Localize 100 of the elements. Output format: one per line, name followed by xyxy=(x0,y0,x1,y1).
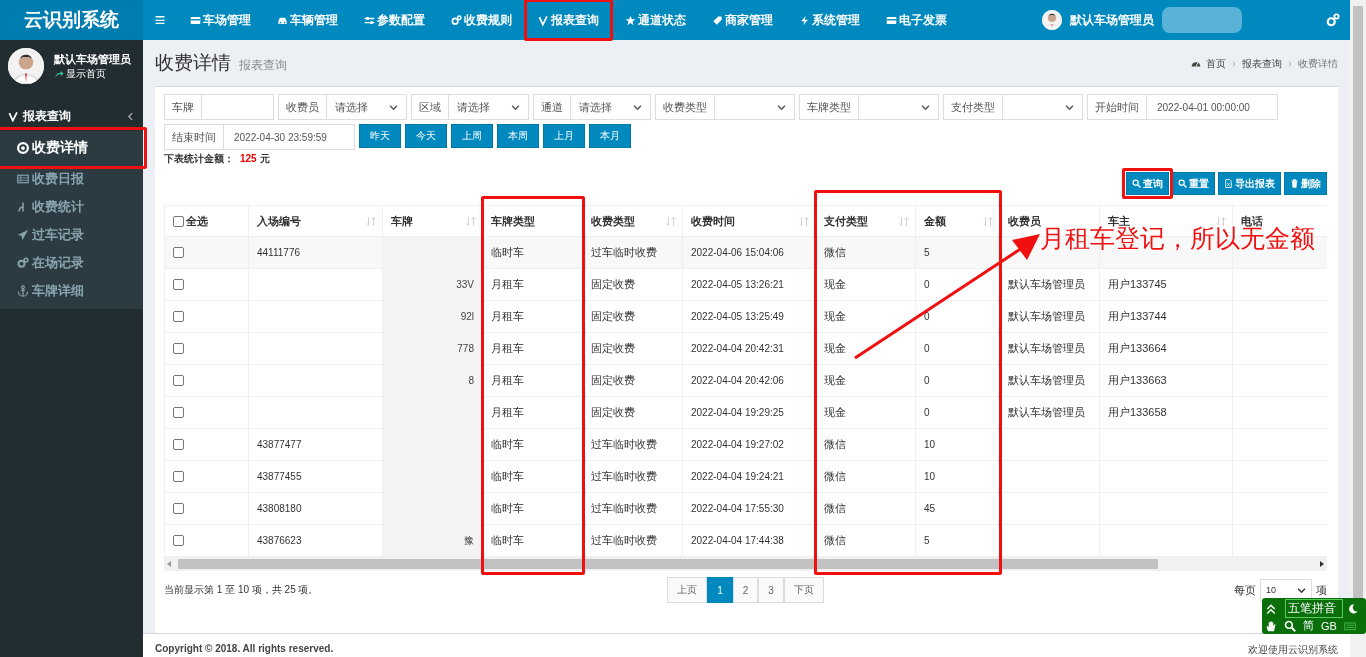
row-checkbox[interactable] xyxy=(173,343,184,355)
user-name: 默认车场管理员 xyxy=(54,51,131,67)
row-checkbox[interactable] xyxy=(173,439,184,451)
user-name[interactable]: 默认车场管理员 xyxy=(1070,11,1154,29)
action-button[interactable]: 删除 xyxy=(1284,172,1327,195)
field-label: 收费员 xyxy=(278,94,327,120)
page-button[interactable]: 3 xyxy=(758,577,784,603)
page-button[interactable]: 1 xyxy=(707,577,733,603)
column-header[interactable]: 支付类型 xyxy=(815,205,916,237)
input-field[interactable]: 2022-04-30 23:59:59 xyxy=(224,124,355,150)
date-range-button[interactable]: 昨天 xyxy=(359,124,401,148)
column-header[interactable]: 车牌 xyxy=(382,205,483,237)
column-header[interactable]: 收费时间 xyxy=(682,205,816,237)
avatar xyxy=(8,48,44,84)
star-icon xyxy=(625,14,636,26)
row-checkbox[interactable] xyxy=(173,407,184,419)
input-field[interactable]: 2022-04-01 00:00:00 xyxy=(1147,94,1278,120)
avatar xyxy=(1042,10,1062,30)
table-cell: 33V xyxy=(382,268,483,301)
gears-icon xyxy=(17,257,29,269)
charset-toggle[interactable]: GB xyxy=(1321,619,1337,632)
sidebar-item[interactable]: 收费日报 xyxy=(0,165,143,193)
row-checkbox[interactable] xyxy=(173,247,184,259)
next-page-button[interactable]: 下页 xyxy=(783,577,824,603)
table-cell: 43877477 xyxy=(248,428,383,461)
horizontal-scrollbar[interactable] xyxy=(164,557,1327,571)
field-label: 通道 xyxy=(533,94,571,120)
action-button[interactable]: 导出报表 xyxy=(1218,172,1281,195)
column-header[interactable]: 入场编号 xyxy=(248,205,383,237)
select-field[interactable]: 请选择 xyxy=(571,94,651,120)
sort-icon xyxy=(799,216,809,227)
table-cell: 默认车场管理员 xyxy=(999,300,1100,333)
row-checkbox[interactable] xyxy=(173,375,184,387)
sort-icon xyxy=(666,216,676,227)
nav-item[interactable]: 参数配置 xyxy=(351,0,438,40)
sidebar-item[interactable]: 车牌详细 xyxy=(0,277,143,305)
sliders-icon xyxy=(364,14,375,26)
nav-item[interactable]: 通道状态 xyxy=(612,0,699,40)
script-toggle[interactable]: 简 xyxy=(1303,618,1314,633)
v-mark-icon xyxy=(8,111,19,122)
date-range-button[interactable]: 上月 xyxy=(543,124,585,148)
prev-page-button[interactable]: 上页 xyxy=(667,577,708,603)
row-checkbox[interactable] xyxy=(173,279,184,291)
nav-item[interactable]: 车辆管理 xyxy=(264,0,351,40)
sidebar-item[interactable]: 过车记录 xyxy=(0,221,143,249)
table-cell: 43876623 xyxy=(248,524,383,557)
tag-icon xyxy=(712,14,723,26)
date-range-button[interactable]: 本月 xyxy=(589,124,631,148)
row-checkbox[interactable] xyxy=(173,311,184,323)
row-checkbox[interactable] xyxy=(173,471,184,483)
page-button[interactable]: 2 xyxy=(732,577,759,603)
input-method-toolbar[interactable]: 五笔拼音 简 GB xyxy=(1262,598,1366,634)
breadcrumb-item[interactable]: 首页 xyxy=(1206,57,1226,71)
date-range-button[interactable]: 上周 xyxy=(451,124,493,148)
table-cell: 固定收费 xyxy=(582,332,683,365)
gears-icon xyxy=(451,14,462,26)
row-checkbox[interactable] xyxy=(173,503,184,515)
nav-item[interactable]: 收费规则 xyxy=(438,0,525,40)
nav-item[interactable]: 系统管理 xyxy=(786,0,873,40)
settings-icon xyxy=(1326,13,1340,27)
select-field[interactable]: 请选择 xyxy=(449,94,529,120)
column-header[interactable]: 收费类型 xyxy=(582,205,683,237)
input-field[interactable] xyxy=(202,94,274,120)
input-mode[interactable]: 五笔拼音 xyxy=(1285,599,1343,618)
date-range-button[interactable]: 今天 xyxy=(405,124,447,148)
table-cell: 默认车场管理员 xyxy=(999,268,1100,301)
select-field[interactable] xyxy=(859,94,939,120)
select-field[interactable]: 请选择 xyxy=(327,94,407,120)
table-cell: 微信 xyxy=(815,524,916,557)
menu-toggle[interactable]: ≡ xyxy=(143,0,177,40)
action-button[interactable]: 重置 xyxy=(1172,172,1215,195)
sidebar-item[interactable]: 在场记录 xyxy=(0,249,143,277)
nav-item[interactable]: 报表查询 xyxy=(525,0,612,40)
row-checkbox[interactable] xyxy=(173,535,184,547)
menu-group[interactable]: 报表查询 xyxy=(0,98,143,131)
table-cell: 2022-04-06 15:04:06 xyxy=(682,236,816,269)
select-field[interactable] xyxy=(715,94,795,120)
vertical-scrollbar[interactable] xyxy=(1350,0,1366,657)
chevron-right-icon xyxy=(1231,61,1237,67)
nav-item[interactable]: 商家管理 xyxy=(699,0,786,40)
breadcrumb-item[interactable]: 报表查询 xyxy=(1242,57,1282,71)
trash-icon xyxy=(1290,179,1299,188)
sort-icon xyxy=(899,216,909,227)
nav-item[interactable]: 车场管理 xyxy=(177,0,264,40)
table-cell: 用户133663 xyxy=(1099,364,1233,397)
sidebar-item[interactable]: 收费详情 xyxy=(0,131,143,165)
select-field[interactable] xyxy=(1003,94,1083,120)
table-cell: 过车临时收费 xyxy=(582,428,683,461)
action-button[interactable]: 查询 xyxy=(1126,172,1169,195)
table-cell: 过车临时收费 xyxy=(582,492,683,525)
app-logo: 云识别系统 xyxy=(0,0,143,40)
nav-item[interactable]: 电子发票 xyxy=(873,0,960,40)
table-cell: 43808180 xyxy=(248,492,383,525)
copyright-text: Copyright © 2018. All rights reserved. xyxy=(155,643,334,656)
date-range-button[interactable]: 本周 xyxy=(497,124,539,148)
table-cell: 微信 xyxy=(815,428,916,461)
status-link[interactable]: 显示首页 xyxy=(66,66,106,81)
column-header[interactable]: 金额 xyxy=(915,205,1000,237)
field-label: 结束时间 xyxy=(164,124,224,150)
sidebar-item[interactable]: 收费统计 xyxy=(0,193,143,221)
